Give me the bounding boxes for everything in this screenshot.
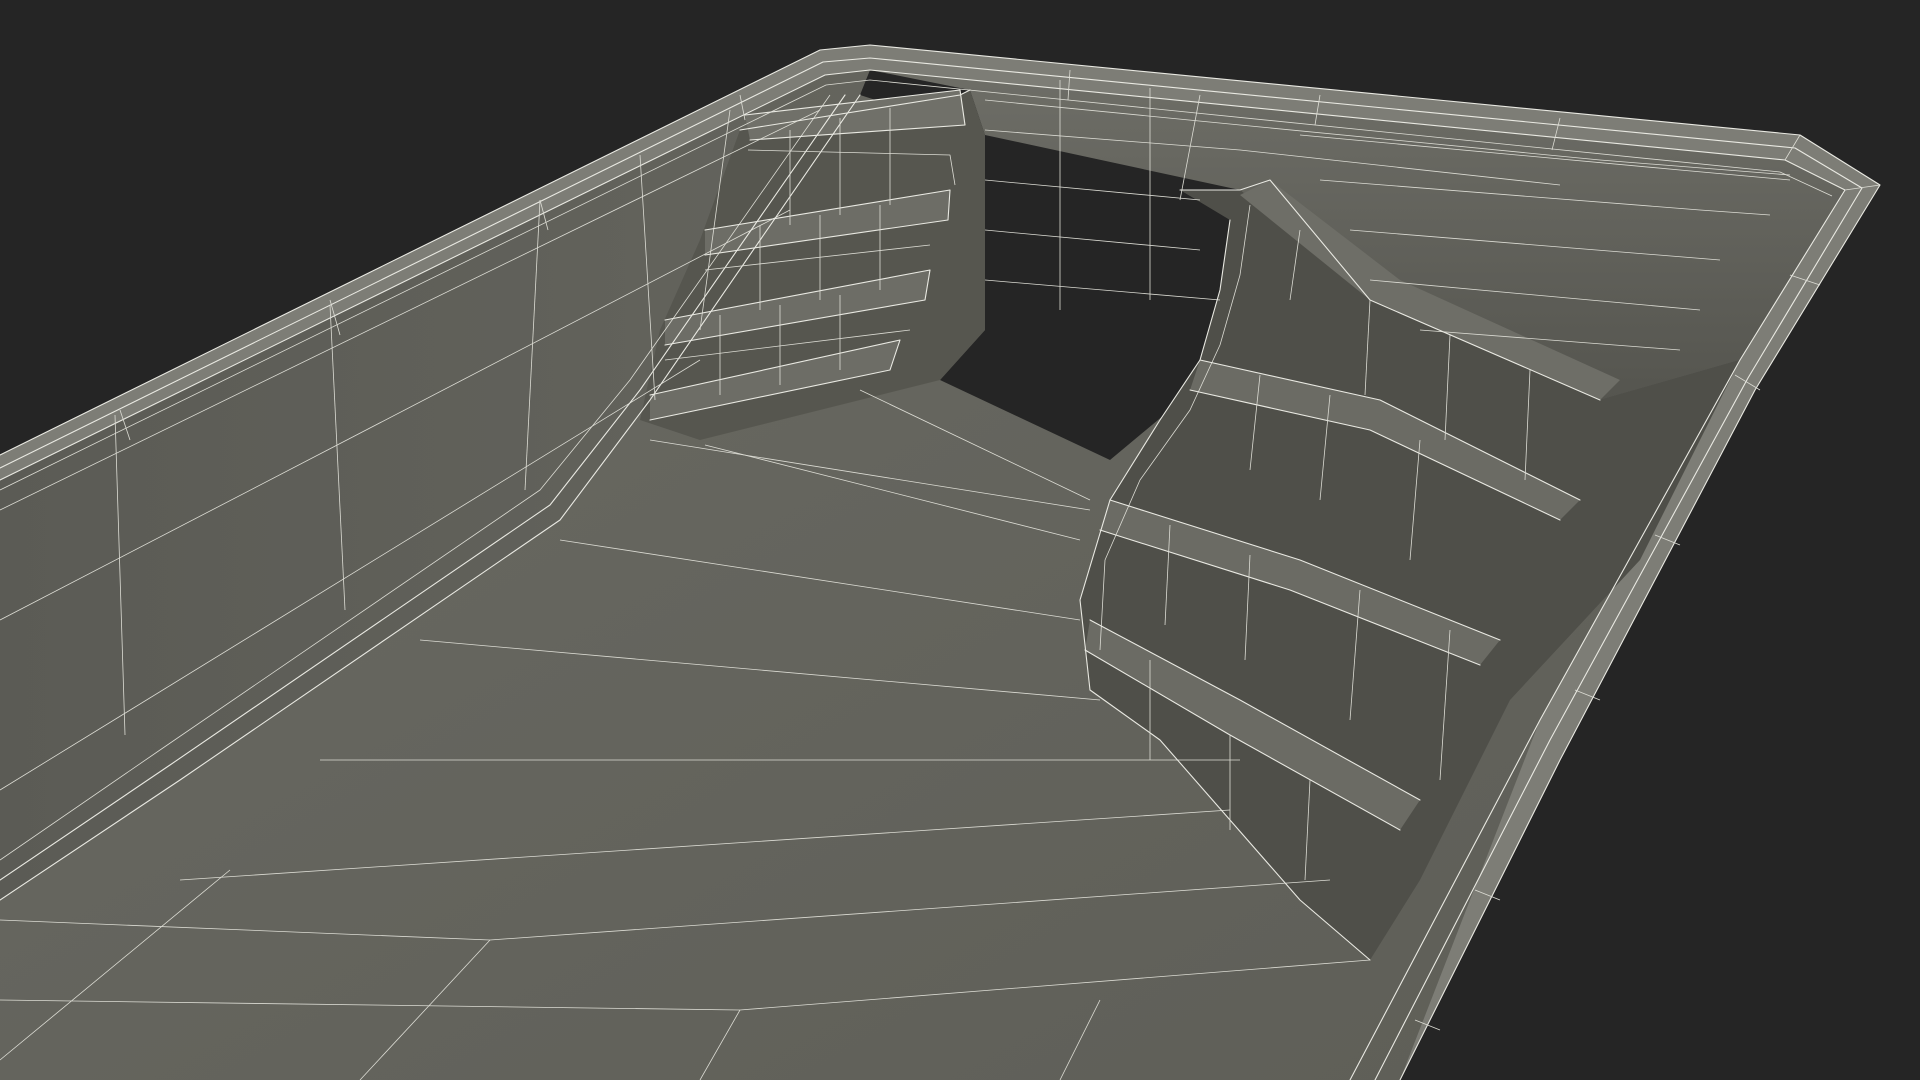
3d-viewport[interactable] xyxy=(0,0,1920,1080)
pool-wireframe-render xyxy=(0,44,1881,1080)
